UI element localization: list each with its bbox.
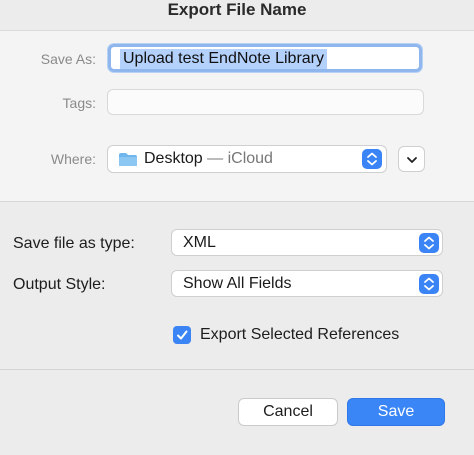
where-label: Where: xyxy=(50,151,96,167)
where-stepper-icon xyxy=(362,149,382,169)
dialog-title: Export File Name xyxy=(167,0,307,19)
footer-divider xyxy=(0,369,474,370)
save-button[interactable]: Save xyxy=(347,398,445,426)
where-location: Desktop xyxy=(144,150,203,167)
folder-icon xyxy=(118,152,138,167)
where-separator: — xyxy=(202,150,228,167)
file-type-popup[interactable]: XML xyxy=(171,229,443,256)
where-popup[interactable]: Desktop — iCloud xyxy=(107,145,387,173)
where-provider: iCloud xyxy=(227,150,273,167)
tags-label: Tags: xyxy=(62,95,96,111)
export-dialog: Export File Name Save As: Upload test En… xyxy=(0,0,474,455)
where-value: Desktop — iCloud xyxy=(144,150,273,168)
chevron-down-icon xyxy=(405,153,419,171)
output-style-popup[interactable]: Show All Fields xyxy=(171,270,443,297)
file-type-label: Save file as type: xyxy=(13,235,135,252)
output-style-value: Show All Fields xyxy=(183,275,292,292)
save-as-input[interactable]: Upload test EndNote Library xyxy=(108,44,422,72)
cancel-button[interactable]: Cancel xyxy=(238,398,338,426)
tags-input[interactable] xyxy=(107,89,424,115)
expand-browser-button[interactable] xyxy=(398,146,425,172)
output-style-label: Output Style: xyxy=(13,276,106,293)
file-type-value: XML xyxy=(183,234,216,251)
output-style-stepper-icon xyxy=(419,274,439,294)
export-selected-label[interactable]: Export Selected References xyxy=(200,326,399,344)
save-as-label: Save As: xyxy=(40,51,96,67)
save-as-value: Upload test EndNote Library xyxy=(120,49,327,69)
export-selected-checkbox[interactable] xyxy=(173,326,191,344)
checkmark-icon xyxy=(175,328,189,347)
file-type-stepper-icon xyxy=(419,233,439,253)
